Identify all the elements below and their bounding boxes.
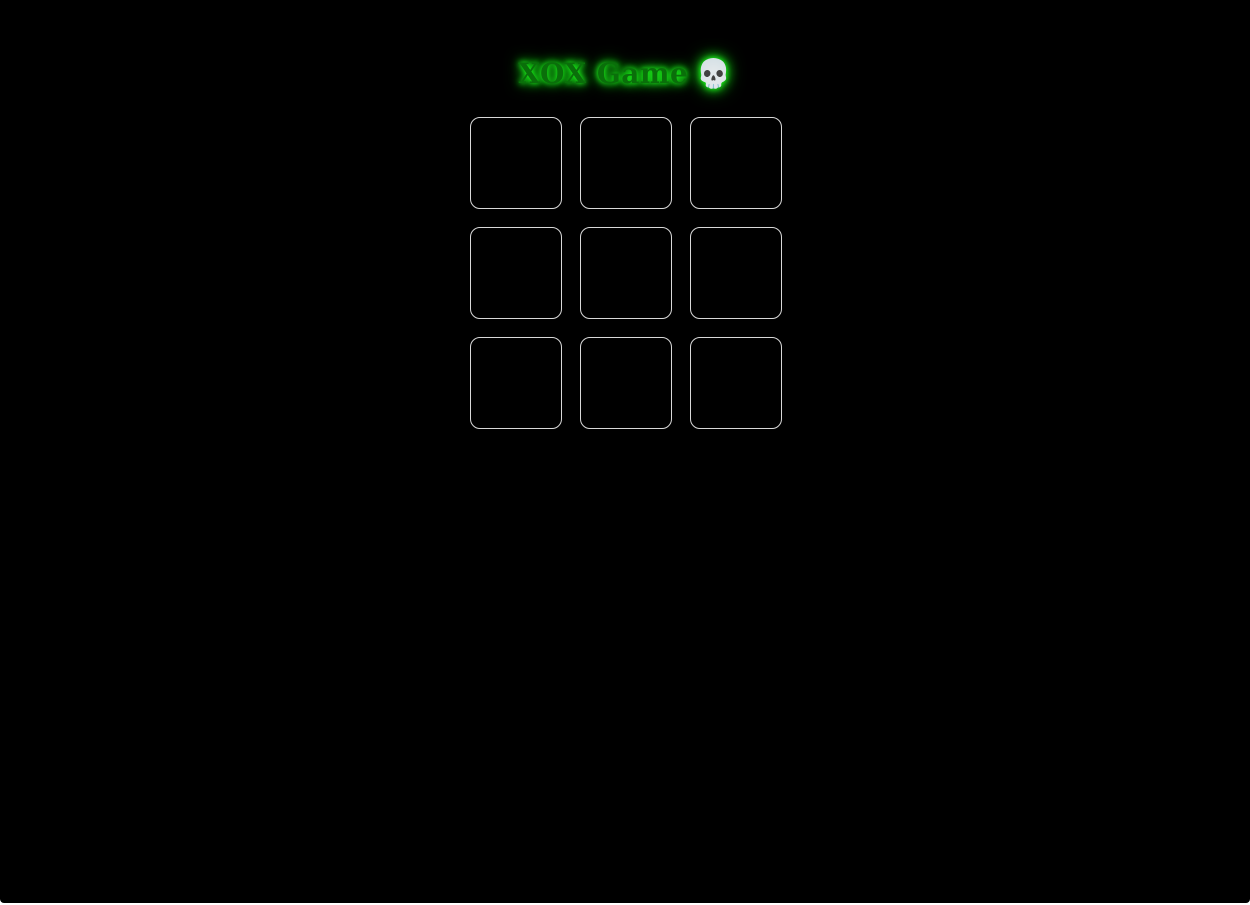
board-cell-8[interactable]: [580, 337, 672, 429]
game-title-text: XOX Game: [518, 57, 689, 90]
game-screen: XOX Game 💀: [0, 0, 1250, 903]
board-cell-2[interactable]: [580, 117, 672, 209]
skull-icon: 💀: [696, 57, 732, 90]
game-board: [470, 117, 782, 429]
board-cell-7[interactable]: [470, 337, 562, 429]
board-cell-5[interactable]: [580, 227, 672, 319]
board-cell-9[interactable]: [690, 337, 782, 429]
board-cell-3[interactable]: [690, 117, 782, 209]
board-cell-4[interactable]: [470, 227, 562, 319]
board-cell-1[interactable]: [470, 117, 562, 209]
board-cell-6[interactable]: [690, 227, 782, 319]
game-title: XOX Game 💀: [0, 52, 1250, 96]
